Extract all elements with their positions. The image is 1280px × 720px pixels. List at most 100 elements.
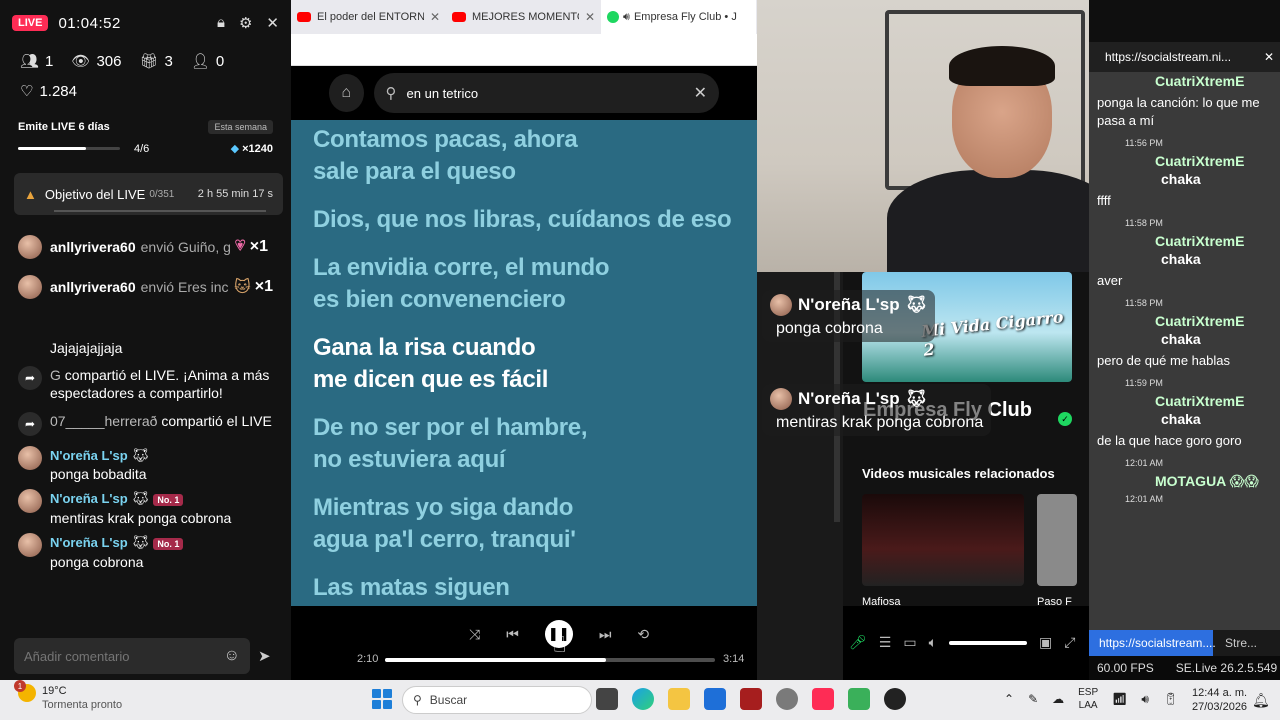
browser-tab[interactable]: El poder del ENTORNO o ✕ (291, 0, 446, 34)
language-indicator[interactable]: ESP LAA (1078, 686, 1098, 712)
speaker-icon[interactable]: 🔊︎ (1141, 692, 1149, 707)
repeat-icon[interactable]: ⟲ (637, 626, 649, 643)
avatar[interactable] (18, 533, 42, 557)
battery-icon[interactable]: 🔋︎ (1163, 692, 1178, 706)
shuffle-icon[interactable]: ⤨ (469, 626, 480, 643)
stat-new-followers[interactable]: 👤︎ 0 (191, 52, 224, 71)
video-title[interactable]: Mafiosa (862, 596, 901, 606)
weather-text: Tormenta pronto (42, 699, 123, 711)
notification-badge: 1 (14, 680, 26, 692)
share-event: ➦ G compartió el LIVE. ¡Anima a más espe… (0, 366, 291, 402)
live-goal[interactable]: ▲ Objetivo del LIVE 0/351 2 h 55 min 17 … (14, 173, 283, 215)
fullscreen-icon[interactable]: ⤢ (1064, 634, 1075, 651)
gift-user[interactable]: anllyrivera60 (50, 279, 136, 295)
stat-views[interactable]: 👁︎ 306 (71, 52, 121, 71)
gear-icon[interactable]: ⚙ (239, 14, 252, 32)
edge-icon[interactable] (632, 688, 654, 710)
notification-bell-icon[interactable]: 🔔︎ (1252, 692, 1270, 709)
close-tab-icon[interactable]: ✕ (430, 10, 440, 24)
search-input[interactable]: en un tetrico (407, 86, 479, 101)
chat-user[interactable]: N'oreña L'sp (50, 535, 128, 550)
volume-icon[interactable]: 🔈︎ (929, 634, 937, 651)
video-thumbnail[interactable] (1037, 494, 1077, 586)
chat-user[interactable]: G (50, 367, 61, 383)
previous-icon[interactable]: ⏮ (506, 626, 519, 643)
avatar[interactable] (18, 446, 42, 470)
avatar[interactable] (18, 489, 42, 513)
chat-user[interactable]: 07_____herrerað (50, 413, 157, 429)
pen-icon[interactable]: ✎ (1028, 692, 1038, 706)
task-view-icon[interactable] (596, 688, 618, 710)
socialstream-feed: CuatriXtremE ponga la canción: lo que me … (1089, 72, 1280, 642)
device-icon[interactable]: ▭ (903, 634, 916, 651)
weather-widget[interactable]: 1 19°C Tormenta pronto (14, 680, 123, 712)
queue-icon[interactable]: ☰ (879, 634, 892, 651)
onedrive-icon[interactable]: ☁ (1052, 692, 1064, 706)
browser-tab[interactable]: MEJORES MOMENTOS o ✕ (446, 0, 601, 34)
gift-event: anllyrivera60 envió Eres inc 🐱︎ ×1 (0, 267, 291, 307)
close-icon[interactable]: ✕ (266, 14, 279, 32)
player-bar: ⤨ ⏮ ❚❚ ⏭ ⟲ ☝ 2:10 3:14 (291, 606, 757, 680)
app-icon[interactable] (740, 688, 762, 710)
streak-card[interactable]: Emite LIVE 6 días Esta semana 4/6 ◆ ×1240 (0, 106, 291, 155)
video-thumbnail[interactable] (862, 494, 1024, 586)
clock[interactable]: 12:44 a. m. 27/03/2026 (1192, 686, 1247, 714)
gift-event: anllyrivera60 envió Guiño, g 💗︎ ×1 (0, 227, 291, 267)
lyric-line[interactable]: La envidia corre, el mundo es bien conve… (313, 252, 633, 316)
live-stats: 👥︎ 1 👁︎ 306 🎁︎ 3 👤︎ 0 (0, 46, 291, 76)
search-bar[interactable]: ⚲ en un tetrico ✕ (373, 73, 719, 113)
seek-bar[interactable] (385, 658, 715, 662)
volume-slider[interactable] (948, 640, 1027, 645)
spotify-topbar: ⌂ ⚲ en un tetrico ✕ (291, 66, 757, 120)
lyric-line[interactable]: Contamos pacas, ahora sale para el queso (313, 124, 613, 188)
lyrics-mic-icon[interactable]: 🎤︎ (849, 634, 867, 651)
avatar[interactable] (18, 235, 42, 259)
lyric-line-current[interactable]: Gana la risa cuando me dicen que es fáci… (313, 332, 573, 396)
avatar[interactable] (18, 275, 42, 299)
send-icon[interactable]: ➤ (258, 647, 271, 665)
chat-user[interactable]: N'oreña L'sp (50, 448, 128, 463)
comment-input[interactable] (24, 648, 224, 664)
tab-title: MEJORES MOMENTOS o (472, 11, 579, 23)
socialstream-tab[interactable]: Stre... (1213, 630, 1257, 656)
taskbar-search[interactable]: ⚲ Buscar (402, 686, 592, 714)
miniplayer-icon[interactable]: ▣ (1039, 634, 1052, 651)
start-button[interactable] (372, 689, 392, 709)
stat-viewers[interactable]: 👥︎ 1 (20, 52, 53, 71)
close-tab-icon[interactable]: ✕ (585, 10, 595, 24)
wifi-icon[interactable]: 📶︎ (1112, 692, 1127, 706)
home-icon[interactable]: ⌂ (329, 74, 364, 112)
lyric-line[interactable]: Mientras yo siga dando agua pa'l cerro, … (313, 492, 613, 556)
stat-gifts[interactable]: 🎁︎ 3 (139, 52, 172, 71)
address-bar[interactable] (291, 34, 757, 66)
store-icon[interactable] (704, 688, 726, 710)
lyric-line[interactable]: Dios, que nos libras, cuídanos de eso (313, 204, 753, 236)
lyric-line[interactable]: Las matas siguen (313, 572, 613, 604)
chevron-up-icon[interactable]: ⌃ (1004, 692, 1014, 706)
tiktok-icon[interactable] (812, 688, 834, 710)
browser-tab-active[interactable]: 🔊︎ Empresa Fly Club • J (601, 0, 756, 34)
clear-search-icon[interactable]: ✕ (694, 83, 707, 103)
file-explorer-icon[interactable] (668, 688, 690, 710)
close-icon[interactable]: ✕ (1264, 50, 1274, 64)
system-tray: ⌃ ✎ ☁ ESP LAA 📶︎ 🔊︎ 🔋︎ (1004, 686, 1178, 712)
socialstream-tab[interactable]: https://socialstream.... (1089, 630, 1216, 656)
gift-count: ×1 (249, 238, 268, 255)
message-user: chaka (1161, 411, 1201, 427)
goal-time: 2 h 55 min 17 s (197, 188, 273, 200)
settings-icon[interactable] (776, 688, 798, 710)
likes-count[interactable]: ♡ 1.284 (0, 76, 291, 106)
chat-text: ponga cobrona (50, 554, 144, 570)
rank-badge: No. 1 (153, 538, 184, 550)
chat-user[interactable]: N'oreña L'sp (50, 491, 128, 506)
lock-icon[interactable]: 🔒︎ (217, 14, 225, 32)
obs-icon[interactable] (884, 688, 906, 710)
trophy-icon: ▲ (24, 186, 37, 202)
next-icon[interactable]: ⏭ (599, 626, 612, 643)
message-user: chaka (1161, 251, 1201, 267)
gift-user[interactable]: anllyrivera60 (50, 239, 136, 255)
app-icon[interactable] (848, 688, 870, 710)
video-title[interactable]: Paso F (1037, 596, 1072, 606)
lyric-line[interactable]: De no ser por el hambre, no estuviera aq… (313, 412, 613, 476)
emoji-icon[interactable]: ☺ (224, 647, 240, 665)
